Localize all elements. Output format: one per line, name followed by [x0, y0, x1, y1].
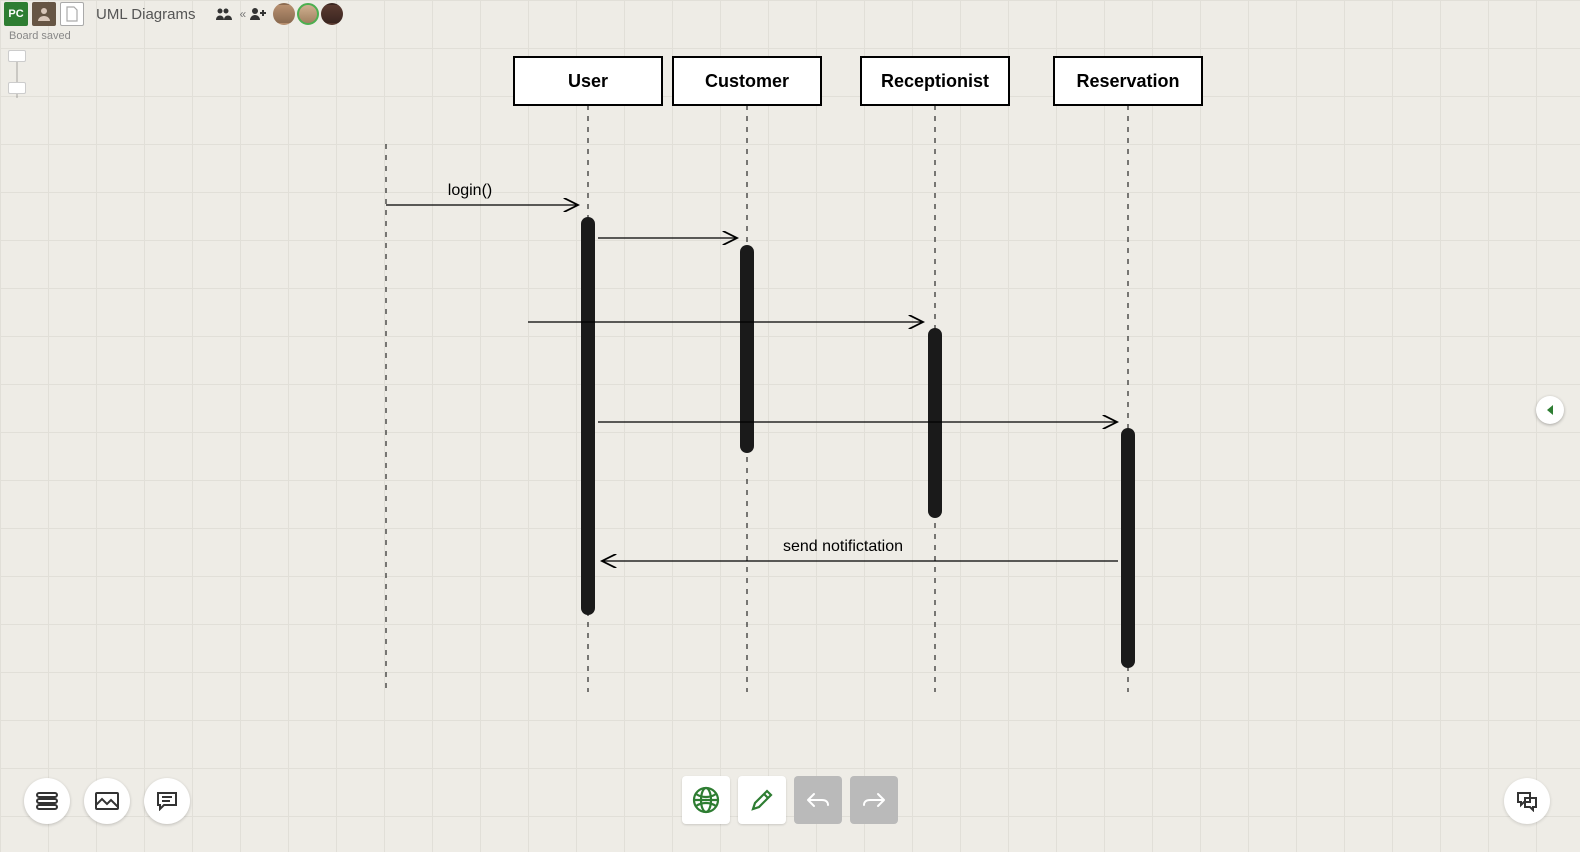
user-initials-badge[interactable]: PC [4, 2, 28, 26]
image-view-button[interactable] [84, 778, 130, 824]
participant-label-user: User [568, 71, 608, 91]
presence-avatar[interactable] [273, 3, 295, 25]
user-avatar-badge[interactable] [32, 2, 56, 26]
document-icon[interactable] [60, 2, 84, 26]
sequence-diagram[interactable]: User Customer Receptionist Reservation login… [0, 0, 1580, 852]
topbar: PC UML Diagrams « [0, 0, 347, 28]
action-toolbar [682, 776, 898, 824]
comment-view-button[interactable] [144, 778, 190, 824]
message-label-0: login() [448, 182, 492, 199]
add-user-icon[interactable] [247, 3, 269, 25]
redo-button[interactable] [850, 776, 898, 824]
view-controls [24, 778, 190, 824]
activation-reservation[interactable] [1121, 428, 1135, 668]
expand-panel-button[interactable] [1536, 396, 1564, 424]
participant-label-customer: Customer [705, 71, 789, 91]
list-view-button[interactable] [24, 778, 70, 824]
zoom-slider[interactable] [8, 48, 26, 102]
document-title[interactable]: UML Diagrams [96, 6, 195, 23]
zoom-slider-thumb-top[interactable] [8, 50, 26, 62]
collapse-icon[interactable]: « [239, 7, 243, 21]
edit-button[interactable] [738, 776, 786, 824]
message-label-4: send notifictation [783, 538, 903, 555]
participants-icon[interactable] [213, 3, 235, 25]
save-status: Board saved [9, 30, 71, 42]
activation-user[interactable] [581, 217, 595, 615]
undo-button[interactable] [794, 776, 842, 824]
share-button[interactable] [682, 776, 730, 824]
presence-avatar[interactable] [321, 3, 343, 25]
presence-avatars [273, 3, 343, 25]
activation-receptionist[interactable] [928, 328, 942, 518]
participant-label-reservation: Reservation [1076, 71, 1179, 91]
chat-button[interactable] [1504, 778, 1550, 824]
zoom-slider-thumb-bottom[interactable] [8, 82, 26, 94]
participant-label-receptionist: Receptionist [881, 71, 989, 91]
presence-avatar-active[interactable] [297, 3, 319, 25]
